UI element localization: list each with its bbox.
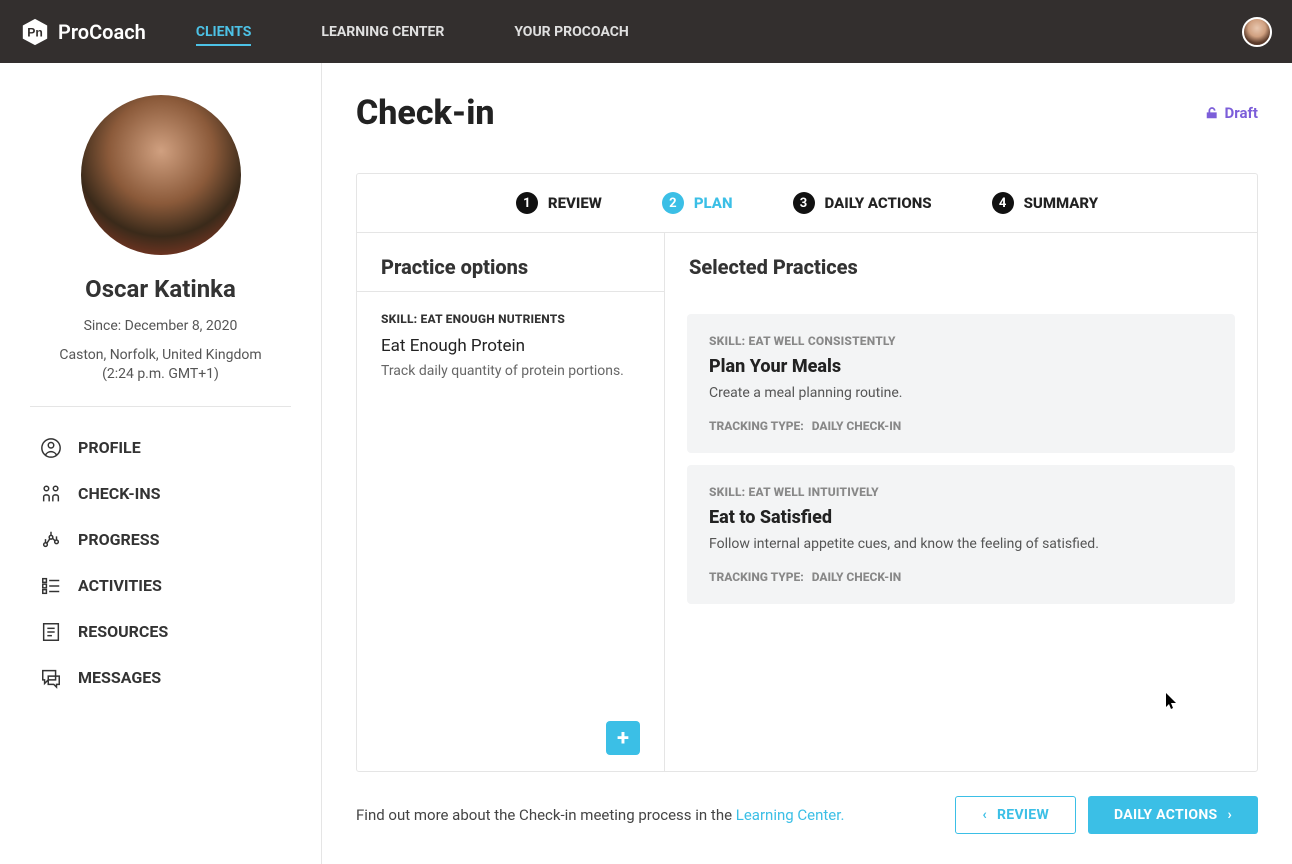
top-bar: Pn ProCoach CLIENTS LEARNING CENTER YOUR… bbox=[0, 0, 1292, 63]
practice-skill-label: SKILL: EAT ENOUGH NUTRIENTS bbox=[381, 312, 640, 326]
sidenav-profile[interactable]: PROFILE bbox=[30, 425, 291, 471]
top-nav: CLIENTS LEARNING CENTER YOUR PROCOACH bbox=[196, 4, 629, 60]
profile-icon bbox=[40, 437, 62, 459]
practice-options-column: Practice options SKILL: EAT ENOUGH NUTRI… bbox=[357, 233, 665, 771]
brand-name: ProCoach bbox=[58, 20, 146, 44]
stepper: 1REVIEW 2PLAN 3DAILY ACTIONS 4SUMMARY bbox=[357, 174, 1257, 233]
practice-title: Eat Enough Protein bbox=[381, 336, 640, 356]
checkins-icon bbox=[40, 483, 62, 505]
main-content: Check-in Draft 1REVIEW 2PLAN 3DAILY ACTI… bbox=[322, 63, 1292, 864]
draft-indicator[interactable]: Draft bbox=[1205, 104, 1258, 122]
cursor-icon bbox=[1166, 693, 1178, 711]
client-since: Since: December 8, 2020 bbox=[30, 317, 291, 336]
nav-your-procoach[interactable]: YOUR PROCOACH bbox=[514, 4, 628, 60]
practice-description: Track daily quantity of protein portions… bbox=[381, 362, 640, 381]
svg-text:Pn: Pn bbox=[27, 25, 43, 39]
lock-open-icon bbox=[1205, 106, 1219, 120]
selected-description: Create a meal planning routine. bbox=[709, 385, 1213, 401]
selected-description: Follow internal appetite cues, and know … bbox=[709, 536, 1213, 552]
client-timezone: (2:24 p.m. GMT+1) bbox=[30, 365, 291, 384]
selected-skill-label: SKILL: EAT WELL CONSISTENTLY bbox=[709, 334, 1213, 348]
user-avatar[interactable] bbox=[1242, 17, 1272, 47]
step-summary[interactable]: 4SUMMARY bbox=[992, 192, 1099, 214]
practice-option[interactable]: SKILL: EAT ENOUGH NUTRIENTS Eat Enough P… bbox=[357, 292, 664, 409]
next-daily-actions-button[interactable]: DAILY ACTIONS › bbox=[1088, 796, 1258, 834]
sidebar-divider bbox=[30, 406, 291, 407]
selected-title: Plan Your Meals bbox=[709, 356, 1213, 377]
tracking-type: TRACKING TYPE:DAILY CHECK-IN bbox=[709, 570, 1213, 584]
chevron-right-icon: › bbox=[1227, 807, 1232, 823]
sidenav-checkins[interactable]: CHECK-INS bbox=[30, 471, 291, 517]
footer-row: Find out more about the Check-in meeting… bbox=[356, 796, 1258, 834]
brand-icon: Pn bbox=[20, 17, 50, 47]
plus-icon: + bbox=[617, 726, 629, 751]
selected-practices-column: Selected Practices SKILL: EAT WELL CONSI… bbox=[665, 233, 1257, 771]
messages-icon bbox=[40, 667, 62, 689]
page-title: Check-in bbox=[356, 93, 495, 133]
sidenav-activities[interactable]: ACTIVITIES bbox=[30, 563, 291, 609]
tracking-type: TRACKING TYPE:DAILY CHECK-IN bbox=[709, 419, 1213, 433]
selected-practices-heading: Selected Practices bbox=[665, 233, 1257, 292]
sidenav-resources[interactable]: RESOURCES bbox=[30, 609, 291, 655]
step-daily-actions[interactable]: 3DAILY ACTIONS bbox=[793, 192, 932, 214]
chevron-left-icon: ‹ bbox=[982, 807, 987, 823]
client-sidebar: Oscar Katinka Since: December 8, 2020 Ca… bbox=[0, 63, 322, 864]
sidenav-progress[interactable]: PROGRESS bbox=[30, 517, 291, 563]
checkin-card: 1REVIEW 2PLAN 3DAILY ACTIONS 4SUMMARY Pr… bbox=[356, 173, 1258, 772]
selected-title: Eat to Satisfied bbox=[709, 507, 1213, 528]
step-review[interactable]: 1REVIEW bbox=[516, 192, 602, 214]
add-practice-button[interactable]: + bbox=[606, 721, 640, 755]
footer-help-text: Find out more about the Check-in meeting… bbox=[356, 806, 844, 824]
learning-center-link[interactable]: Learning Center. bbox=[736, 806, 845, 824]
client-avatar[interactable] bbox=[81, 95, 241, 255]
nav-clients[interactable]: CLIENTS bbox=[196, 4, 252, 60]
client-location: Caston, Norfolk, United Kingdom bbox=[30, 346, 291, 365]
selected-skill-label: SKILL: EAT WELL INTUITIVELY bbox=[709, 485, 1213, 499]
progress-icon bbox=[40, 529, 62, 551]
resources-icon bbox=[40, 621, 62, 643]
brand[interactable]: Pn ProCoach bbox=[20, 17, 146, 47]
activities-icon bbox=[40, 575, 62, 597]
selected-practice-card[interactable]: SKILL: EAT WELL INTUITIVELY Eat to Satis… bbox=[687, 465, 1235, 604]
client-name: Oscar Katinka bbox=[30, 275, 291, 303]
client-side-nav: PROFILE CHECK-INS PROGRESS ACTIVITIES RE… bbox=[30, 425, 291, 701]
practice-options-heading: Practice options bbox=[357, 233, 664, 292]
prev-review-button[interactable]: ‹ REVIEW bbox=[955, 796, 1076, 834]
sidenav-messages[interactable]: MESSAGES bbox=[30, 655, 291, 701]
nav-learning-center[interactable]: LEARNING CENTER bbox=[321, 4, 444, 60]
step-plan[interactable]: 2PLAN bbox=[662, 192, 733, 214]
selected-practice-card[interactable]: SKILL: EAT WELL CONSISTENTLY Plan Your M… bbox=[687, 314, 1235, 453]
